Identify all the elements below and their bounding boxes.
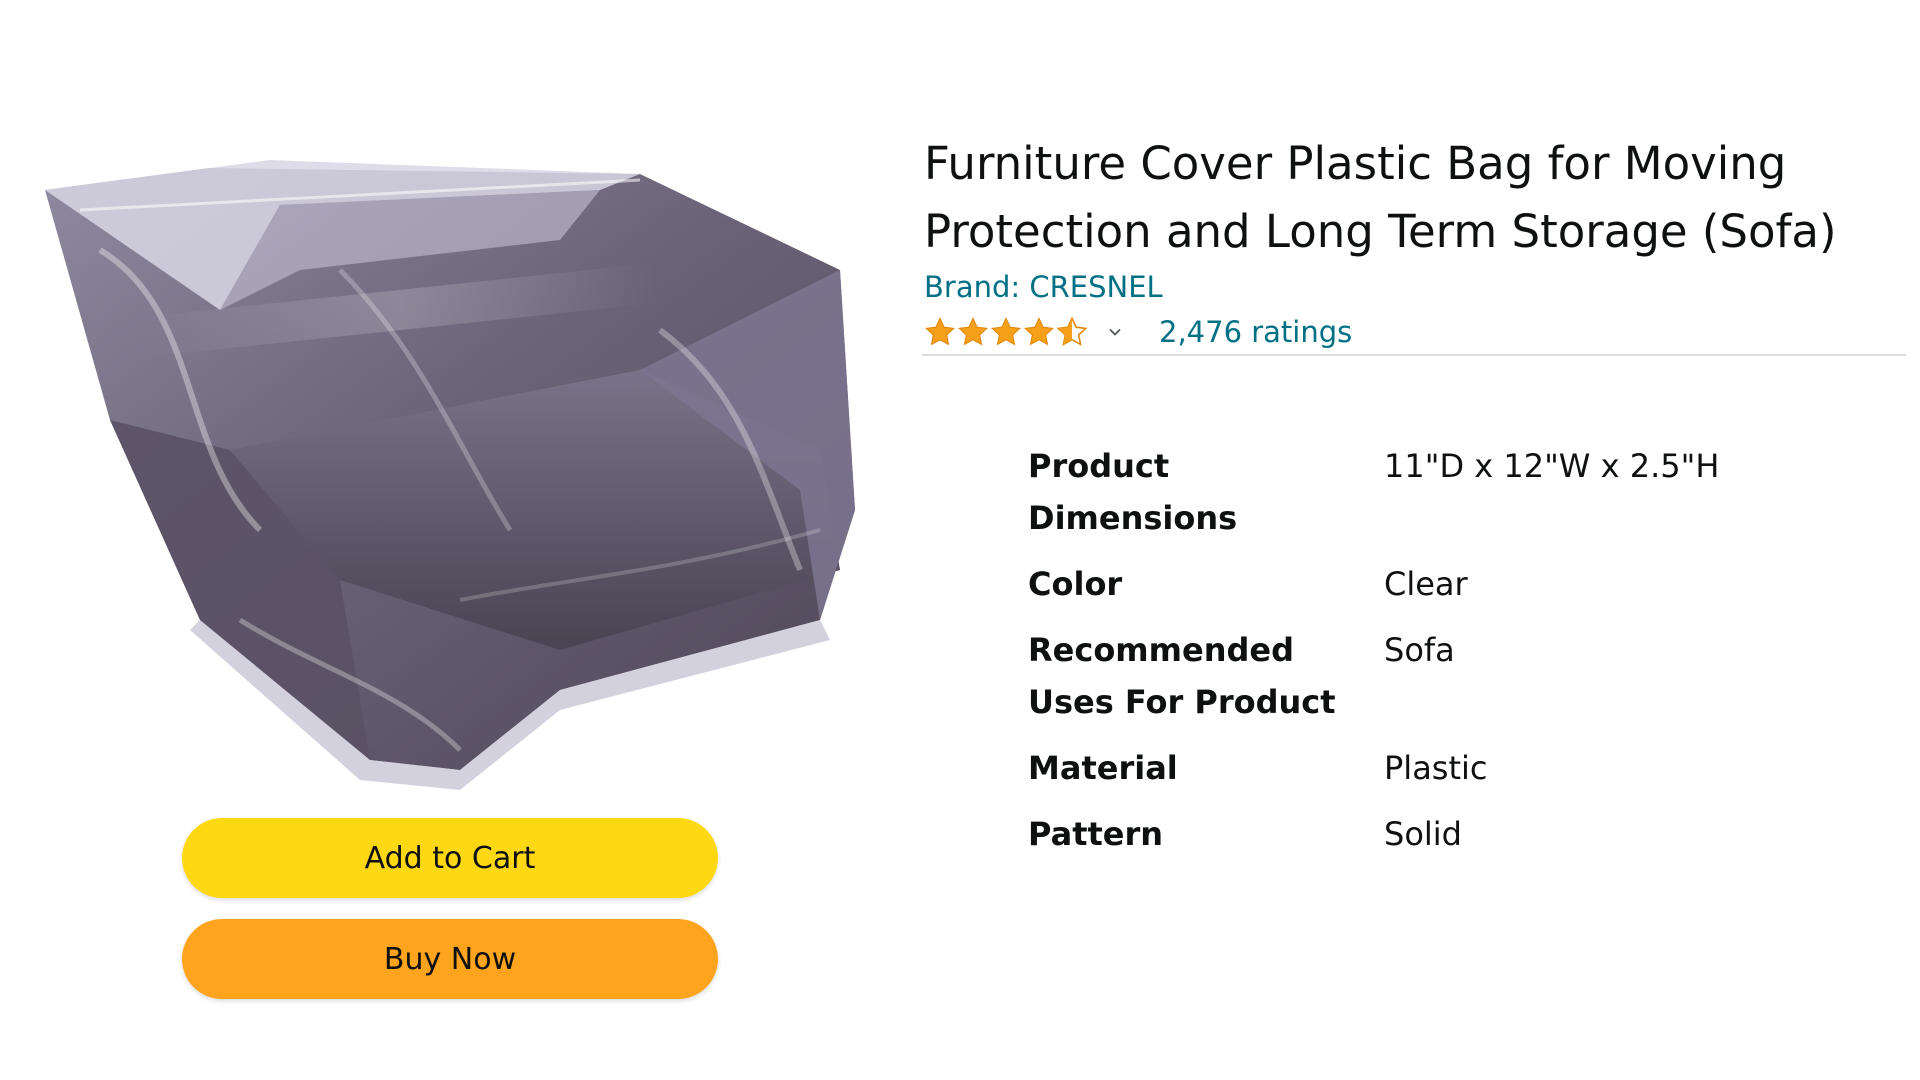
product-specs-table: Product Dimensions 11"D x 12"W x 2.5"H C… (1028, 440, 1804, 860)
product-title: Furniture Cover Plastic Bag for Moving P… (924, 137, 1837, 258)
add-to-cart-button[interactable]: Add to Cart (182, 818, 718, 898)
ratings-count-link[interactable]: 2,476 ratings (1159, 315, 1352, 349)
spec-value: Clear (1384, 565, 1468, 603)
spec-label: Color (1028, 565, 1123, 603)
product-image-container (40, 150, 860, 947)
spec-value: Plastic (1384, 749, 1488, 787)
spec-label: Pattern (1028, 815, 1164, 853)
star-rating[interactable] (924, 316, 1089, 348)
star-full-icon (958, 317, 988, 346)
section-divider (922, 354, 1906, 356)
spec-row: Product Dimensions 11"D x 12"W x 2.5"H (1028, 440, 1804, 544)
spec-value: Sofa (1384, 631, 1455, 669)
star-full-icon (925, 317, 955, 346)
spec-row: Pattern Solid (1028, 794, 1804, 860)
spec-label: Material (1028, 749, 1178, 787)
spec-row: Material Plastic (1028, 728, 1804, 794)
star-half-icon (1056, 316, 1088, 346)
spec-row: Recommended Uses For Product Sofa (1028, 610, 1804, 728)
spec-label: Product Dimensions (1028, 447, 1238, 537)
spec-label: Recommended Uses For Product (1028, 631, 1336, 721)
spec-row: Color Clear (1028, 544, 1804, 610)
rating-row: 2,476 ratings (924, 310, 1352, 354)
chevron-down-icon[interactable] (1107, 324, 1123, 340)
spec-value: 11"D x 12"W x 2.5"H (1384, 447, 1720, 485)
brand-link[interactable]: Brand: CRESNEL (924, 270, 1163, 304)
product-image[interactable] (40, 150, 860, 800)
star-full-icon (1024, 317, 1054, 346)
buy-now-button[interactable]: Buy Now (182, 919, 718, 999)
spec-value: Solid (1384, 815, 1462, 853)
star-full-icon (991, 317, 1021, 346)
